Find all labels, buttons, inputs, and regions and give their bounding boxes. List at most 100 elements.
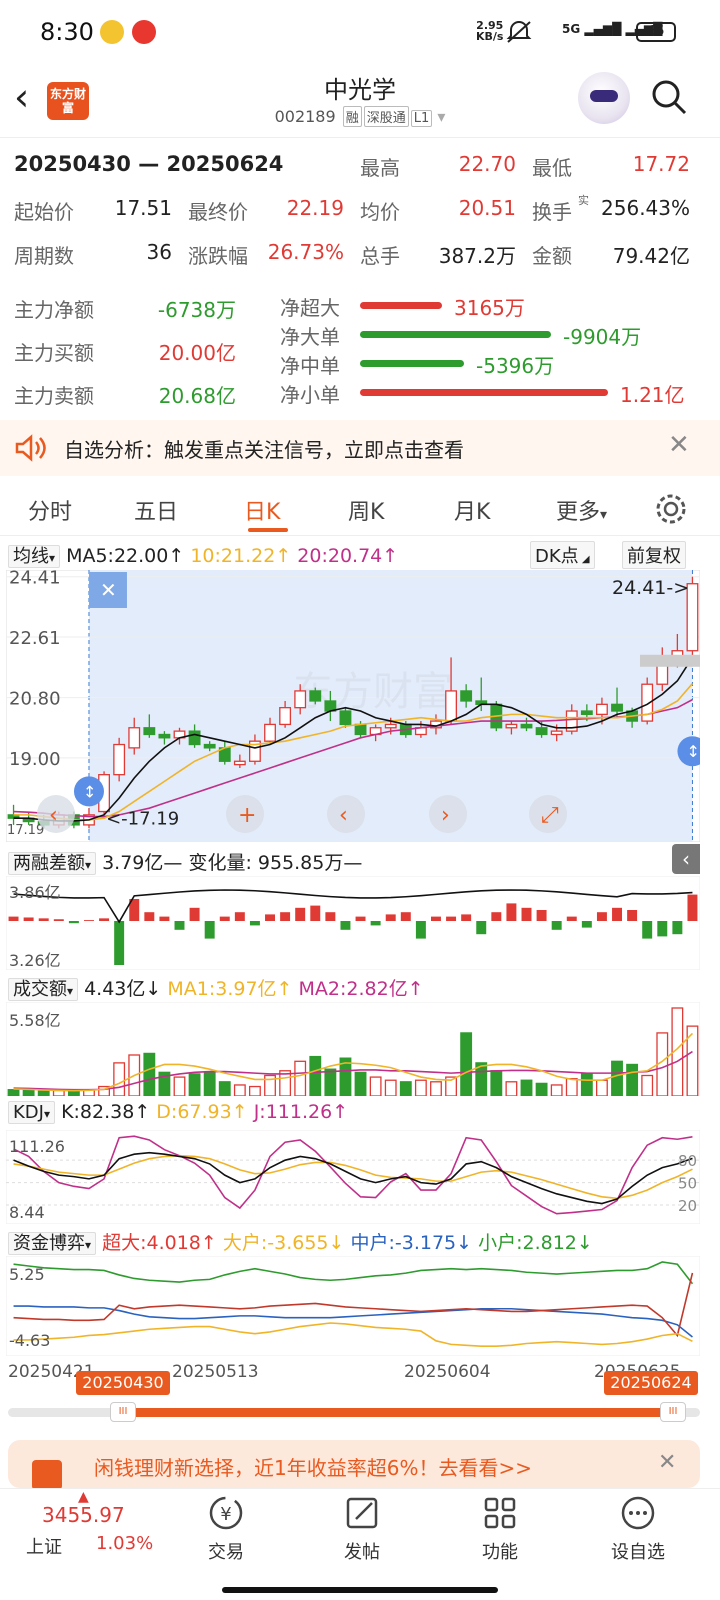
margin-frame — [6, 876, 700, 970]
margin-bar — [114, 921, 125, 965]
tab-intraday[interactable]: 分时 — [28, 494, 72, 526]
volume-bar — [354, 1071, 367, 1096]
margin-bar — [491, 912, 502, 921]
volume-chart[interactable]: 5.58亿 — [6, 1002, 700, 1096]
up-arrow-icon: ↑ — [200, 1232, 217, 1254]
volume-bar — [596, 1079, 608, 1096]
volume-ma2: MA2:2.82亿 — [298, 978, 408, 1000]
stat-value: 17.51 — [114, 196, 172, 220]
chevron-down-icon: ▾ — [67, 984, 74, 998]
close-icon[interactable]: ✕ — [668, 430, 690, 460]
margin-bar — [204, 921, 215, 939]
banner-text: 自选分析：触发重点关注信号，立即点击查看 — [64, 438, 464, 462]
tab-weekly[interactable]: 周K — [348, 494, 384, 526]
price-tick: 17.19 — [7, 823, 44, 838]
margin-bar — [234, 912, 245, 921]
indicator-select[interactable]: 均线▾ — [8, 545, 61, 568]
margin-bar — [265, 914, 276, 921]
speaker-icon — [15, 434, 46, 462]
candlestick-chart[interactable]: 东方财富24.4122.6120.8019.0017.1924.41-><-17… — [6, 570, 700, 842]
margin-bar — [415, 921, 426, 939]
search-icon[interactable] — [650, 78, 688, 116]
kdj-k: K:82.38 — [61, 1101, 135, 1123]
money-flow-value: 1.21亿 — [620, 383, 685, 407]
dk-point-select[interactable]: DK点 ◢ — [530, 541, 595, 569]
price-tick: 19.00 — [9, 749, 61, 770]
nav-functions[interactable]: 功能 — [460, 1493, 540, 1564]
ma5-value: MA5:22.00 — [66, 545, 169, 567]
candle-body — [128, 727, 141, 749]
margin-bar — [8, 916, 19, 921]
volume-bar — [309, 1055, 322, 1096]
range-handle-end[interactable]: III — [660, 1402, 686, 1422]
up-arrow-icon: ↑ — [407, 978, 424, 1000]
stat-value: 387.2万 — [438, 244, 516, 268]
chart-control-icon: ⤢ — [541, 803, 559, 828]
tab-monthly[interactable]: 月K — [454, 494, 490, 526]
close-icon[interactable]: ✕ — [658, 1450, 676, 1475]
kdj-label: KDJ — [13, 1102, 44, 1123]
nav-trade-label: 交易 — [208, 1542, 244, 1563]
margin-bar — [83, 920, 94, 921]
stat-value: 26.73% — [267, 240, 344, 264]
svg-text:¥: ¥ — [220, 1504, 231, 1525]
range-end-label: 20250624 — [604, 1371, 698, 1395]
margin-bar — [219, 916, 230, 921]
tab-more[interactable]: 更多▾ — [556, 494, 607, 526]
ma10-value: 10:21.22 — [190, 545, 276, 567]
fund-chart[interactable]: 5.25 -4.63 — [6, 1256, 700, 1356]
drag-icon: ↕ — [83, 782, 96, 801]
volume-bar — [113, 1062, 126, 1096]
fund-mid: 中户:-3.175 — [350, 1232, 457, 1254]
margin-bar — [385, 914, 396, 921]
volume-frame — [6, 1002, 700, 1096]
kdj-chart[interactable]: 111.26 8.44 80 50 20 — [6, 1130, 700, 1224]
tab-daily[interactable]: 日K — [244, 494, 280, 526]
dk-label: DK点 — [535, 546, 579, 567]
volume-bar — [37, 1090, 50, 1096]
margin-chart[interactable]: 3.86亿 3.26亿 — [6, 876, 700, 970]
kdj-tick: 111.26 — [9, 1137, 65, 1156]
stat-value: 20.51 — [458, 196, 516, 220]
volume-bar — [565, 1078, 578, 1096]
index-value[interactable]: 3455.97 — [42, 1503, 125, 1527]
money-flow-label: 主力卖额 — [14, 384, 94, 408]
fund-select[interactable]: 资金博弈▾ — [8, 1232, 97, 1255]
money-flow-value: 3165万 — [454, 296, 525, 320]
adjust-select[interactable]: 前复权 — [622, 541, 686, 569]
volume-bar — [173, 1076, 186, 1096]
analysis-banner[interactable]: 自选分析：触发重点关注信号，立即点击查看 ✕ — [0, 420, 720, 476]
ad-banner[interactable]: 闲钱理财新选择，近1年收益率超6%！去看看>> ✕ — [8, 1440, 700, 1488]
kdj-select[interactable]: KDJ▾ — [8, 1101, 56, 1124]
volume-bar — [203, 1071, 216, 1096]
range-handle-start[interactable]: III — [110, 1402, 136, 1422]
stock-header: ‹ 东方财富 中光学 002189 融深股通 L1 ▾ — [0, 60, 720, 138]
up-arrow-icon: ↑ — [275, 545, 292, 567]
nav-more[interactable]: 设自选 — [598, 1493, 678, 1564]
margin-bar — [476, 921, 487, 935]
date-tick: 20250604 — [404, 1362, 491, 1382]
assistant-robot-icon[interactable] — [578, 72, 630, 124]
margin-select[interactable]: 两融差额▾ — [8, 852, 97, 875]
stat-value: 79.42亿 — [612, 244, 690, 268]
gear-icon[interactable] — [654, 492, 688, 526]
nav-post[interactable]: 发帖 — [322, 1493, 402, 1564]
date-tick: 20250513 — [172, 1362, 259, 1382]
range-selection — [122, 1408, 682, 1417]
tab-five-day[interactable]: 五日 — [134, 494, 178, 526]
index-change: 1.03% — [96, 1533, 154, 1554]
volume-tick: 5.58亿 — [9, 1011, 61, 1030]
kdj-d: D:67.93 — [156, 1101, 232, 1123]
up-arrow-icon: ↑ — [134, 1101, 151, 1123]
money-flow-bar — [360, 331, 551, 338]
collapse-panel-icon[interactable]: ‹ — [672, 844, 700, 874]
corner-triangle-icon: ◢ — [578, 554, 590, 565]
active-tab-indicator — [248, 528, 288, 532]
nav-trade[interactable]: ¥ 交易 — [186, 1493, 266, 1564]
candle-body — [550, 730, 563, 736]
money-flow-bar — [360, 389, 608, 396]
mute-icon — [506, 21, 532, 43]
kdj-tick: 8.44 — [9, 1203, 45, 1222]
chevron-down-icon: ▾ — [43, 1107, 51, 1121]
volume-select[interactable]: 成交额▾ — [8, 978, 79, 1001]
